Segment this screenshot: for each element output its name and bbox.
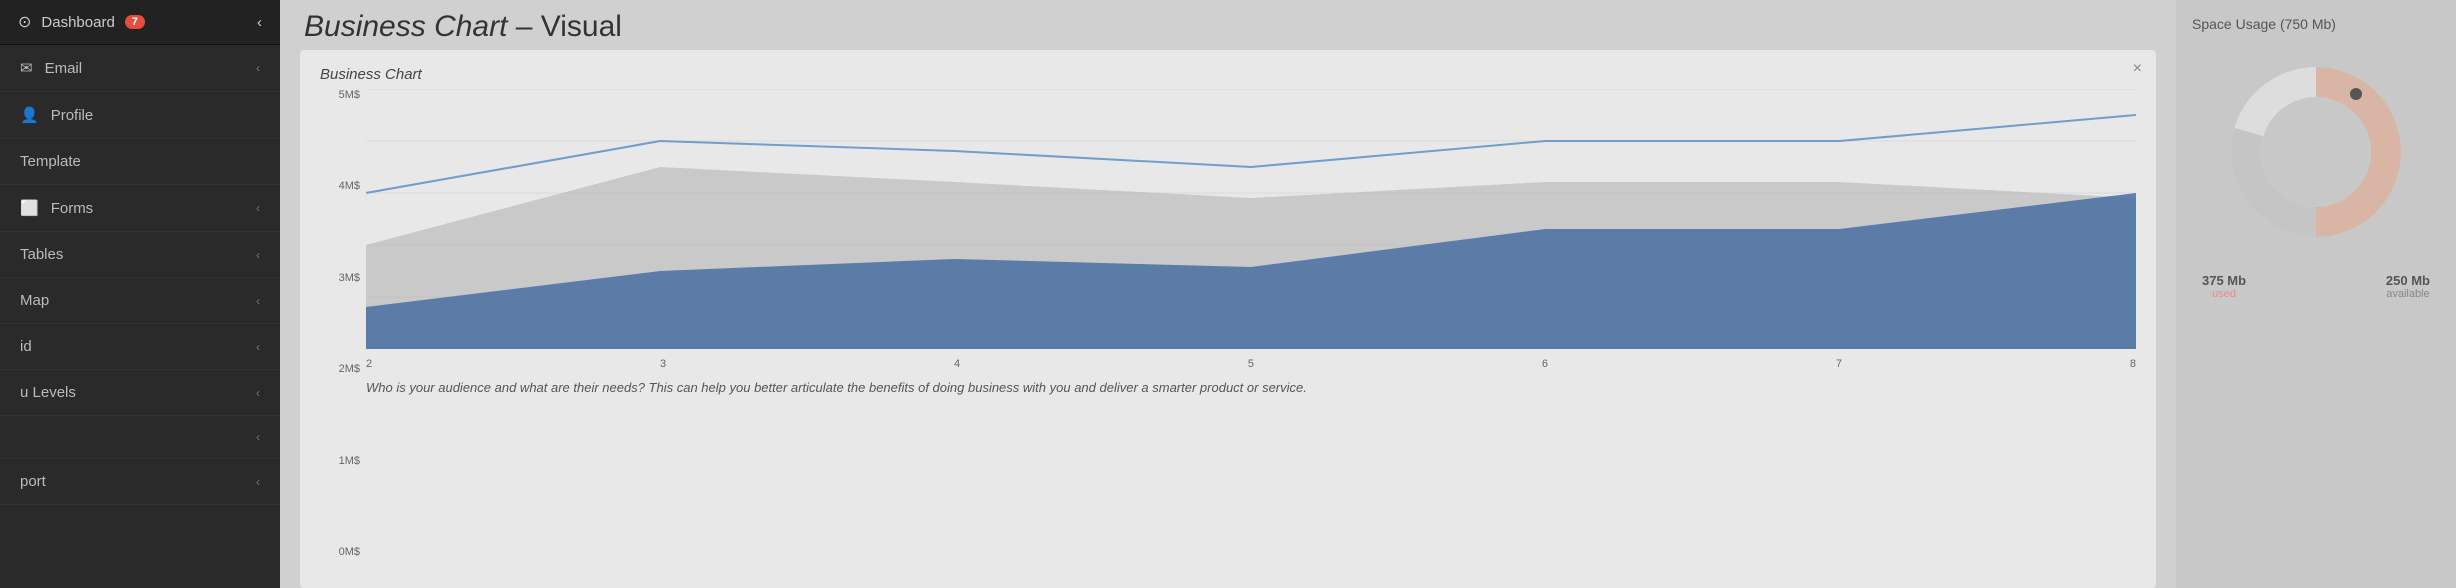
sidebar-item-id[interactable]: id ‹ [0,324,280,370]
y-label-1m: 1M$ [320,455,360,467]
sidebar-forms-label: Forms [51,200,94,217]
profile-icon: 👤 [20,106,39,124]
sidebar-profile-label: Profile [51,107,94,124]
x-axis: 2 3 4 5 6 7 8 [366,354,2136,370]
x-label-7: 7 [1836,358,1842,370]
x-label-3: 3 [660,358,666,370]
sidebar-item-ulevels[interactable]: u Levels ‹ [0,370,280,416]
page-title-italic: Business Chart [304,10,507,43]
x-label-4: 4 [954,358,960,370]
sidebar-id-label: id [20,338,32,355]
page-title-bar: Business Chart – Visual [280,0,2176,50]
y-label-4m: 4M$ [320,180,360,192]
chevron-icon-ulevels: ‹ [256,386,260,400]
main-content: Business Chart – Visual × Business Chart… [280,0,2176,588]
chart-area: 5M$ 4M$ 3M$ 2M$ 1M$ 0M$ [320,89,2136,578]
chevron-icon-tables: ‹ [256,248,260,262]
x-label-8: 8 [2130,358,2136,370]
chart-card: × Business Chart 5M$ 4M$ 3M$ 2M$ 1M$ 0M$ [300,50,2156,588]
sidebar-item-forms[interactable]: ⬜ Forms ‹ [0,185,280,232]
dashboard-badge: 7 [125,15,145,29]
space-usage-title: Space Usage (750 Mb) [2192,16,2440,32]
sidebar: ⊙ Dashboard 7 ‹ ✉ Email ‹ 👤 Profile Temp… [0,0,280,588]
sidebar-item-email[interactable]: ✉ Email ‹ [0,45,280,92]
chevron-icon-map: ‹ [256,294,260,308]
chevron-icon-email: ‹ [256,61,260,75]
chart-description: Who is your audience and what are their … [366,378,2136,398]
used-label-text: used [2202,288,2246,300]
email-icon: ✉ [20,59,33,77]
sidebar-tables-label: Tables [20,246,63,263]
sidebar-port-label: port [20,473,46,490]
space-usage-svg [2216,52,2416,252]
sidebar-email-label: Email [45,60,83,77]
chart-close-button[interactable]: × [2133,60,2142,78]
sidebar-item-profile[interactable]: 👤 Profile [0,92,280,139]
chevron-icon-port: ‹ [256,475,260,489]
space-usage-labels: 375 Mb used 250 Mb available [2192,273,2440,300]
available-label-text: available [2386,288,2430,300]
page-title: Business Chart – Visual [304,10,2152,44]
y-label-5m: 5M$ [320,89,360,101]
sidebar-item-tables[interactable]: Tables ‹ [0,232,280,278]
chevron-icon-blank: ‹ [256,430,260,444]
sidebar-item-port[interactable]: port ‹ [0,459,280,505]
right-panel: Space Usage (750 Mb) 375 Mb used 250 Mb … [2176,0,2456,588]
chart-body: 2 3 4 5 6 7 8 Who is your audience and w… [366,89,2136,578]
y-label-0m: 0M$ [320,546,360,558]
space-used-label: 375 Mb used [2202,273,2246,300]
chart-svg [366,89,2136,349]
dashboard-icon: ⊙ [18,12,31,32]
sidebar-item-dashboard[interactable]: ⊙ Dashboard 7 ‹ [0,0,280,45]
sidebar-item-blank[interactable]: ‹ [0,416,280,459]
x-label-5: 5 [1248,358,1254,370]
y-label-3m: 3M$ [320,272,360,284]
available-amount: 250 Mb [2386,273,2430,288]
sidebar-map-label: Map [20,292,49,309]
forms-icon: ⬜ [20,199,39,217]
page-title-suffix: – Visual [507,10,622,43]
y-label-2m: 2M$ [320,363,360,375]
chevron-right-icon: ‹ [257,14,262,31]
sidebar-ulevels-label: u Levels [20,384,76,401]
sidebar-item-template[interactable]: Template [0,139,280,185]
used-amount: 375 Mb [2202,273,2246,288]
x-label-6: 6 [1542,358,1548,370]
chart-title: Business Chart [320,66,2136,83]
chevron-icon-id: ‹ [256,340,260,354]
sidebar-template-label: Template [20,153,81,170]
sidebar-dashboard-label: Dashboard [41,14,114,31]
x-label-2: 2 [366,358,372,370]
sidebar-item-map[interactable]: Map ‹ [0,278,280,324]
space-usage-chart-container [2216,52,2416,257]
chevron-icon-forms: ‹ [256,201,260,215]
space-available-label: 250 Mb available [2386,273,2430,300]
y-axis: 5M$ 4M$ 3M$ 2M$ 1M$ 0M$ [320,89,360,578]
